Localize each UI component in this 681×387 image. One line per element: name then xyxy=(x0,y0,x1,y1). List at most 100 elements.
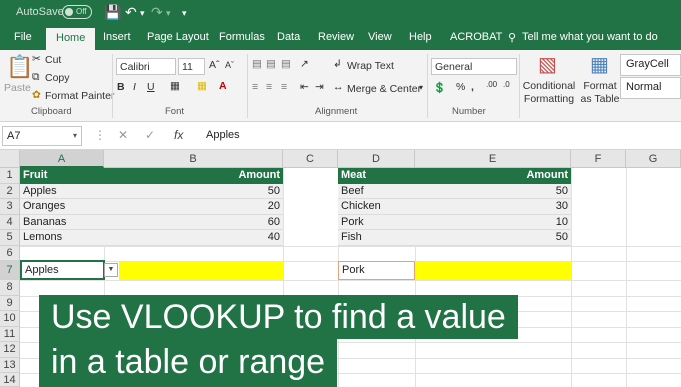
fruit-cell[interactable]: Apples xyxy=(20,183,104,199)
insert-function-icon[interactable]: fx xyxy=(174,128,183,142)
select-all-corner[interactable] xyxy=(0,150,20,168)
format-painter-button[interactable]: Format Painter xyxy=(45,90,114,102)
align-left-icon[interactable]: ≡ xyxy=(252,81,258,93)
enter-icon[interactable]: ✓ xyxy=(145,128,155,142)
redo-icon[interactable]: ↷ xyxy=(151,4,163,21)
lookup-result-b7[interactable] xyxy=(119,261,283,280)
row-header[interactable]: 8 xyxy=(0,280,20,296)
align-middle-icon[interactable]: ▤ xyxy=(266,58,276,70)
bold-button[interactable]: B xyxy=(117,81,125,93)
merge-icon[interactable]: ↔ xyxy=(333,81,344,93)
cut-icon[interactable]: ✂ xyxy=(32,53,41,65)
tab-file[interactable]: File xyxy=(14,31,32,43)
tell-me-search[interactable]: Tell me what you want to do xyxy=(522,31,658,43)
column-header-g[interactable]: G xyxy=(626,150,681,168)
formula-input[interactable]: Apples xyxy=(206,129,240,141)
fruit-cell[interactable]: Bananas xyxy=(20,214,104,230)
row-header[interactable]: 9 xyxy=(0,295,20,311)
style-graycell[interactable]: GrayCell xyxy=(620,54,681,76)
redo-dropdown-icon[interactable]: ▾ xyxy=(166,8,171,19)
column-header-d[interactable]: D xyxy=(338,150,415,168)
fruit-cell[interactable]: Lemons xyxy=(20,230,104,246)
row-header[interactable]: 6 xyxy=(0,245,20,261)
tab-formulas[interactable]: Formulas xyxy=(219,31,265,43)
meat-header[interactable]: Meat xyxy=(338,168,415,184)
meat-amount-cell[interactable]: 30 xyxy=(415,199,571,215)
row-header[interactable]: 4 xyxy=(0,214,20,230)
autosave-toggle[interactable]: Off xyxy=(62,5,92,19)
align-top-icon[interactable]: ▤ xyxy=(252,58,262,70)
merge-dropdown-icon[interactable]: ▾ xyxy=(419,83,423,92)
font-size-select[interactable]: 11 xyxy=(178,58,205,75)
meat-cell[interactable]: Chicken xyxy=(338,199,415,215)
increase-decimal-icon[interactable]: .00 xyxy=(486,80,497,89)
row-header[interactable]: 1 xyxy=(0,168,20,184)
fill-color-icon[interactable]: ▦ xyxy=(197,80,207,92)
meat-amount-cell[interactable]: 50 xyxy=(415,183,571,199)
format-as-table-button[interactable]: Format as Table xyxy=(578,80,622,106)
tab-view[interactable]: View xyxy=(368,31,392,43)
column-header-b[interactable]: B xyxy=(104,150,283,168)
row-header[interactable]: 12 xyxy=(0,342,20,358)
row-header[interactable]: 13 xyxy=(0,357,20,373)
wrap-text-button[interactable]: Wrap Text xyxy=(347,60,394,72)
column-header-e[interactable]: E xyxy=(415,150,571,168)
tab-acrobat[interactable]: ACROBAT xyxy=(450,31,502,43)
align-center-icon[interactable]: ≡ xyxy=(266,81,272,93)
tab-data[interactable]: Data xyxy=(277,31,300,43)
shrink-font-icon[interactable]: Aˇ xyxy=(225,60,234,70)
column-header-c[interactable]: C xyxy=(283,150,338,168)
decrease-decimal-icon[interactable]: .0 xyxy=(503,80,510,89)
tab-help[interactable]: Help xyxy=(409,31,432,43)
font-name-select[interactable]: Calibri xyxy=(116,58,176,75)
merge-center-button[interactable]: Merge & Center xyxy=(347,83,421,95)
paste-icon[interactable]: 📋 xyxy=(6,54,33,80)
meat-cell[interactable]: Pork xyxy=(338,214,415,230)
name-box[interactable]: A7 ▾ xyxy=(2,126,82,146)
tab-insert[interactable]: Insert xyxy=(103,31,131,43)
fruit-amount-cell[interactable]: 20 xyxy=(104,199,283,215)
undo-dropdown-icon[interactable]: ▾ xyxy=(140,8,145,19)
meat-cell[interactable]: Fish xyxy=(338,230,415,246)
undo-icon[interactable]: ↶ xyxy=(125,4,137,21)
row-header[interactable]: 7 xyxy=(0,261,20,280)
conditional-formatting-button[interactable]: Conditional Formatting xyxy=(521,80,577,106)
meat-cell[interactable]: Beef xyxy=(338,183,415,199)
paste-button[interactable]: Paste xyxy=(4,82,31,94)
cancel-icon[interactable]: ✕ xyxy=(118,128,128,142)
copy-icon[interactable]: ⧉ xyxy=(32,71,40,84)
row-header[interactable]: 10 xyxy=(0,311,20,327)
format-painter-icon[interactable]: ✿ xyxy=(32,89,41,101)
comma-style-button[interactable]: , xyxy=(471,81,474,93)
column-header-a[interactable]: A xyxy=(20,150,104,168)
number-format-select[interactable]: General xyxy=(431,58,517,75)
fruit-header[interactable]: Fruit xyxy=(20,168,104,184)
orientation-icon[interactable]: ↗ xyxy=(300,58,309,70)
align-right-icon[interactable]: ≡ xyxy=(281,81,287,93)
customize-toolbar-icon[interactable]: ▾ xyxy=(182,8,187,19)
italic-button[interactable]: I xyxy=(133,81,136,93)
increase-indent-icon[interactable]: ⇥ xyxy=(315,81,324,93)
tab-review[interactable]: Review xyxy=(318,31,354,43)
column-header-f[interactable]: F xyxy=(571,150,626,168)
cell-dropdown-icon[interactable]: ▼ xyxy=(104,263,118,277)
save-icon[interactable]: 💾 xyxy=(104,4,121,21)
percent-button[interactable]: % xyxy=(456,81,465,93)
lookup-input-d7[interactable]: Pork xyxy=(338,261,415,280)
cut-button[interactable]: Cut xyxy=(45,54,61,66)
row-header[interactable]: 5 xyxy=(0,230,20,246)
wrap-text-icon[interactable]: ↲ xyxy=(333,58,342,70)
fruit-amount-header[interactable]: Amount xyxy=(104,168,283,184)
copy-button[interactable]: Copy xyxy=(45,72,70,84)
row-header[interactable]: 3 xyxy=(0,199,20,215)
fruit-amount-cell[interactable]: 60 xyxy=(104,214,283,230)
align-bottom-icon[interactable]: ▤ xyxy=(281,58,291,70)
name-box-dropdown-icon[interactable]: ▾ xyxy=(73,131,77,140)
fruit-cell[interactable]: Oranges xyxy=(20,199,104,215)
tab-page-layout[interactable]: Page Layout xyxy=(147,31,209,43)
decrease-indent-icon[interactable]: ⇤ xyxy=(300,81,309,93)
format-as-table-icon[interactable]: ▦ xyxy=(590,52,609,77)
style-normal[interactable]: Normal xyxy=(620,77,681,99)
row-header[interactable]: 14 xyxy=(0,373,20,387)
lookup-result-e7[interactable] xyxy=(415,261,571,280)
